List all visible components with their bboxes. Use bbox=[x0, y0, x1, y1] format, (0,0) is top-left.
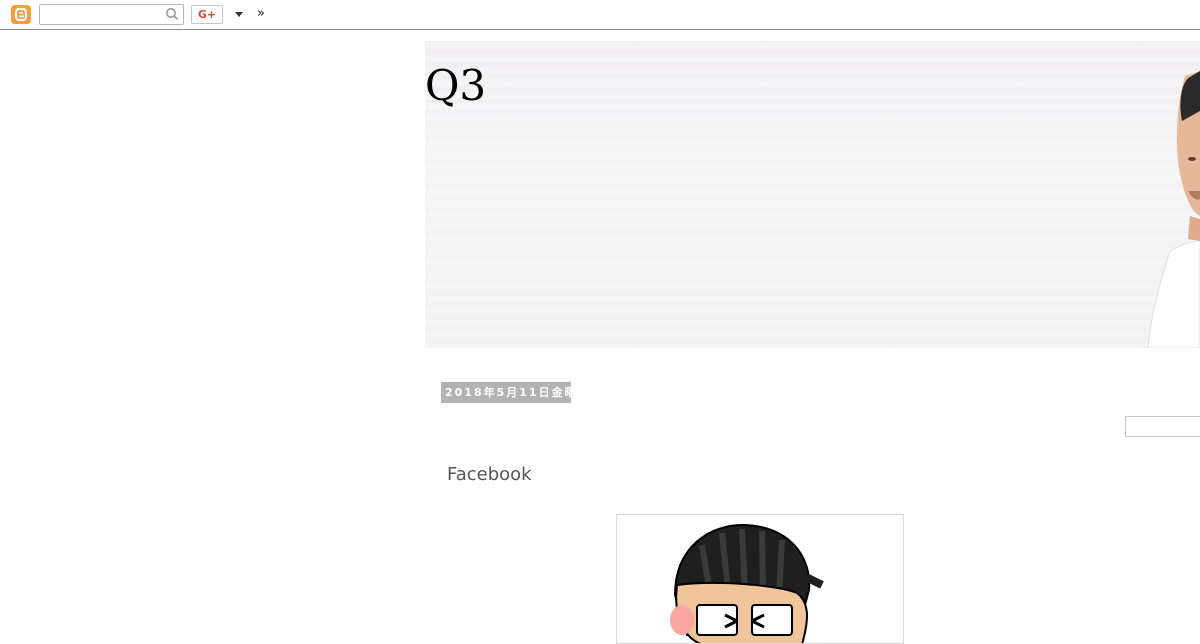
person-photo bbox=[1147, 71, 1200, 348]
search-icon[interactable] bbox=[165, 7, 179, 21]
blog-title[interactable]: Q3 bbox=[425, 61, 486, 110]
cartoon-man-illustration bbox=[670, 523, 824, 643]
post-title[interactable]: Facebook bbox=[447, 464, 532, 485]
google-plus-button[interactable]: G+ bbox=[191, 5, 223, 24]
banner-divider bbox=[425, 348, 1200, 350]
blogger-logo-icon[interactable] bbox=[11, 5, 31, 24]
date-header: 2018年5月11日金曜日 bbox=[441, 382, 571, 403]
blogger-navbar: G+ » bbox=[0, 0, 1200, 30]
banner-texture bbox=[425, 41, 1200, 348]
more-link[interactable]: » bbox=[257, 6, 265, 21]
post-image[interactable] bbox=[616, 514, 904, 644]
search-input[interactable] bbox=[39, 4, 184, 25]
header-banner: Q3 bbox=[425, 41, 1200, 348]
sidebar-widget bbox=[1125, 416, 1200, 437]
chevron-down-icon[interactable] bbox=[235, 12, 243, 17]
